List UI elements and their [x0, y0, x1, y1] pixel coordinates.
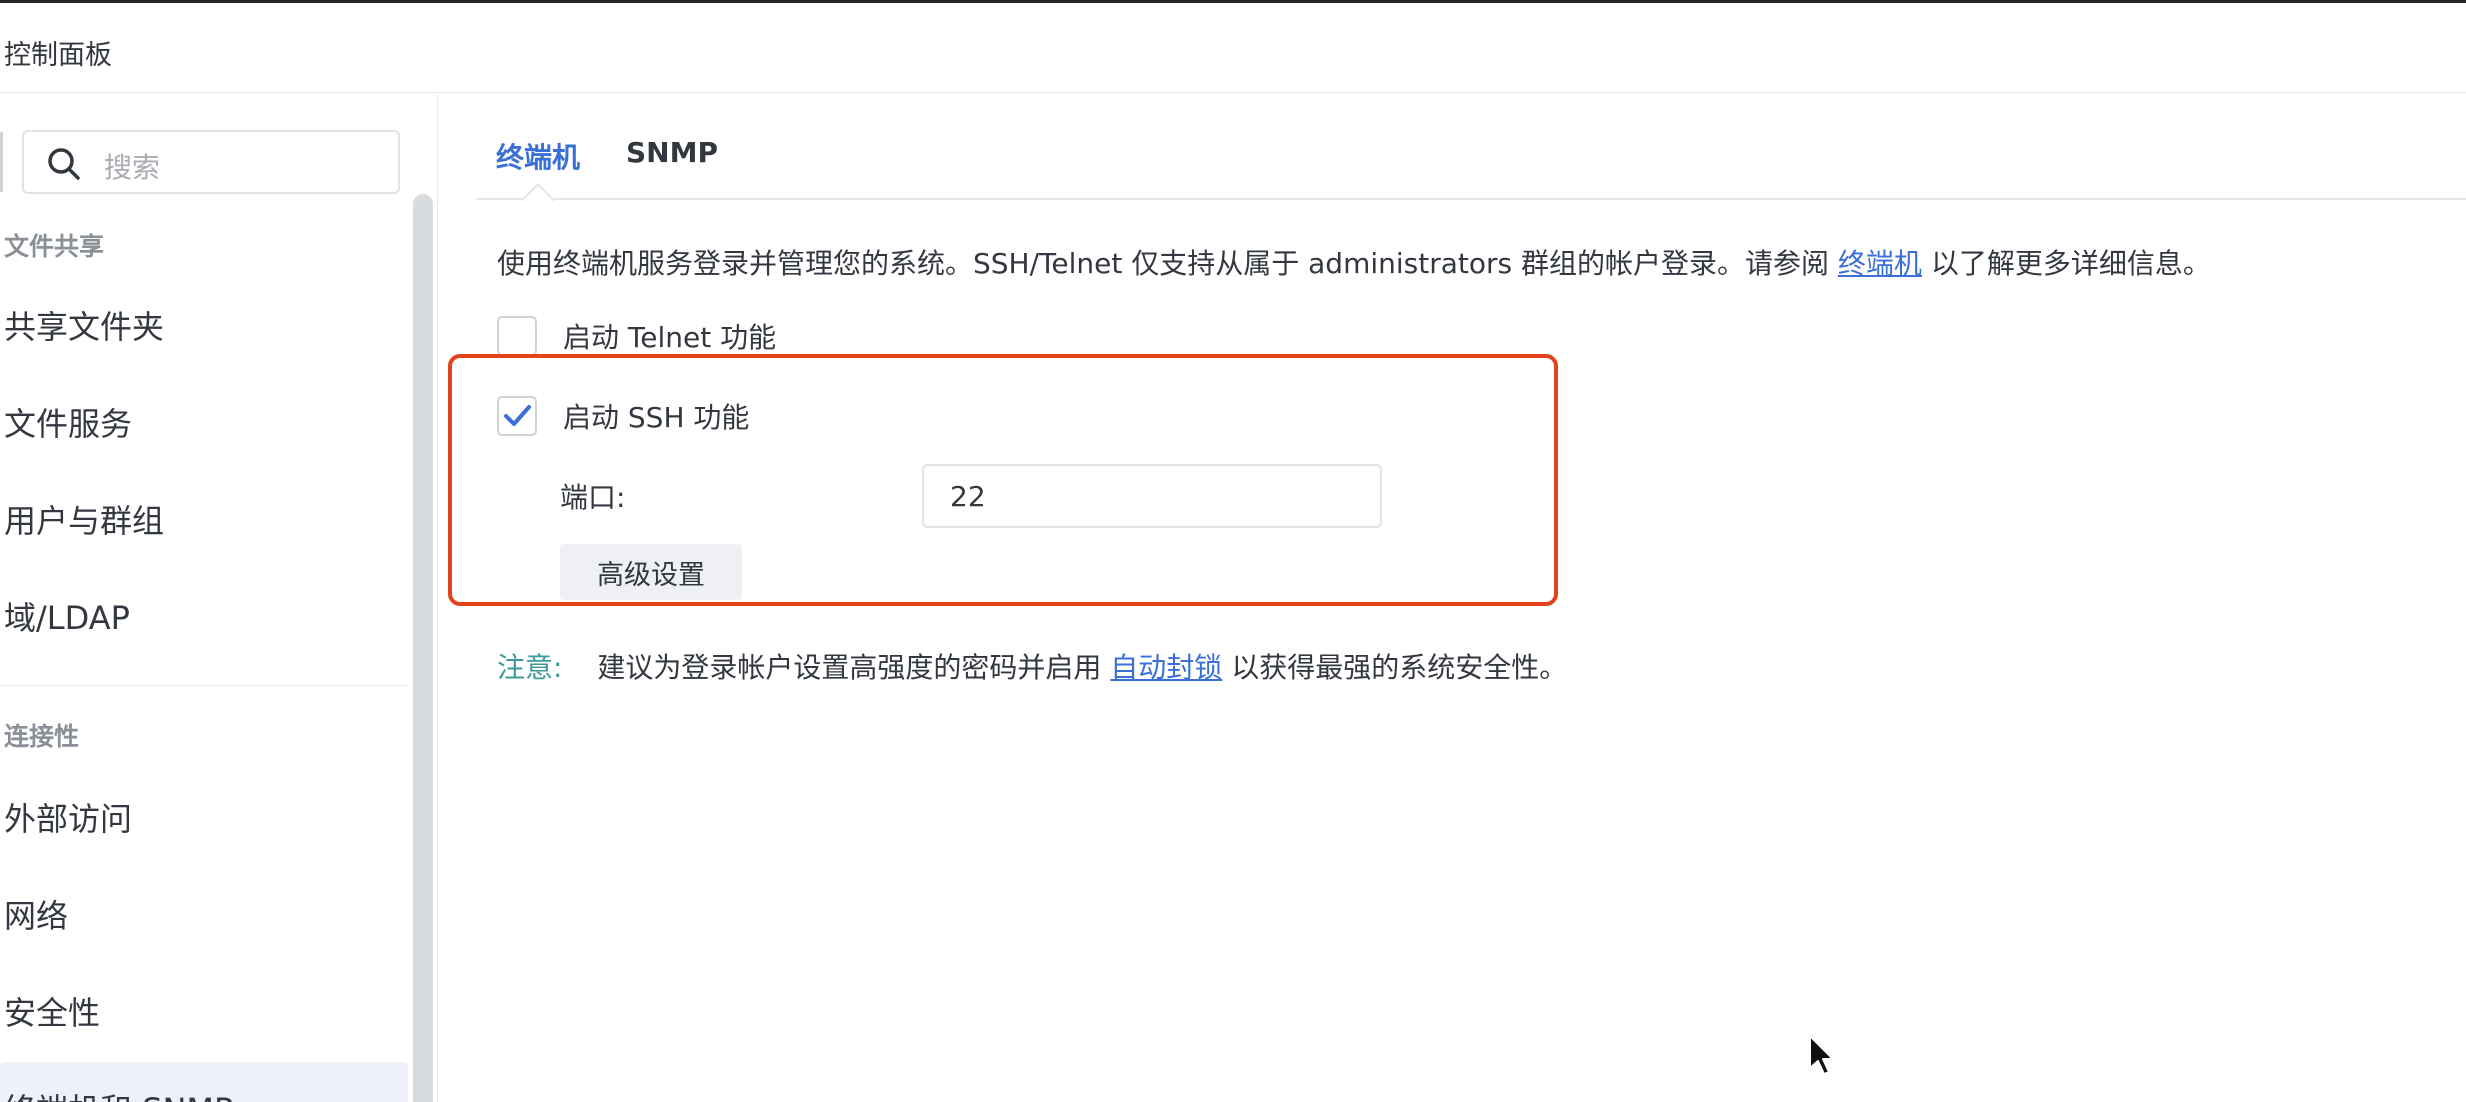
sidebar-item-network[interactable]: 网络 — [4, 886, 404, 946]
search-icon — [48, 148, 80, 180]
tab-snmp[interactable]: SNMP — [626, 136, 718, 169]
note-text-suffix: 以获得最强的系统安全性。 — [1231, 651, 1568, 684]
note-text: 建议为登录帐户设置高强度的密码并启用 — [597, 651, 1102, 684]
tab-terminal[interactable]: 终端机 — [496, 136, 580, 176]
port-input[interactable] — [922, 464, 1382, 528]
description-suffix: 以了解更多详细信息。 — [1930, 247, 2211, 280]
sidebar: 搜索 文件共享 共享文件夹 文件服务 用户与群组 域/LDAP 连接性 外部访问… — [0, 94, 438, 1102]
active-tab-caret — [521, 183, 555, 217]
terminal-help-link[interactable]: 终端机 — [1838, 247, 1922, 280]
advanced-settings-button[interactable]: 高级设置 — [560, 544, 742, 600]
port-label: 端口: — [560, 481, 626, 514]
mouse-pointer-icon — [1809, 1035, 1834, 1075]
sidebar-item-file-services[interactable]: 文件服务 — [4, 394, 404, 454]
sidebar-item-terminal-snmp[interactable]: 终端机和 SNMP — [4, 1080, 404, 1102]
terminal-description: 使用终端机服务登录并管理您的系统。SSH/Telnet 仅支持从属于 admin… — [497, 242, 2211, 282]
search-input[interactable]: 搜索 — [22, 130, 400, 194]
section-title-connectivity: 连接性 — [4, 722, 80, 751]
sidebar-divider — [0, 685, 408, 686]
ssh-row: 启动 SSH 功能 — [497, 396, 749, 436]
ssh-label: 启动 SSH 功能 — [563, 401, 750, 434]
window-title: 控制面板 — [4, 40, 112, 71]
sidebar-item-external-access[interactable]: 外部访问 — [4, 789, 404, 849]
auto-block-link[interactable]: 自动封锁 — [1110, 651, 1222, 684]
sidebar-edge-marker — [0, 132, 3, 192]
main-panel: 终端机 SNMP 使用终端机服务登录并管理您的系统。SSH/Telnet 仅支持… — [438, 94, 2466, 1102]
search-placeholder: 搜索 — [104, 151, 161, 184]
security-note: 注意: 建议为登录帐户设置高强度的密码并启用 自动封锁 以获得最强的系统安全性。 — [497, 646, 1567, 686]
checkmark-icon — [504, 405, 531, 426]
description-text: 使用终端机服务登录并管理您的系统。SSH/Telnet 仅支持从属于 admin… — [497, 247, 1830, 280]
ssh-checkbox[interactable] — [497, 396, 537, 436]
telnet-row: 启动 Telnet 功能 — [497, 316, 776, 356]
sidebar-item-users-groups[interactable]: 用户与群组 — [4, 491, 404, 551]
telnet-checkbox[interactable] — [497, 316, 537, 356]
window-titlebar: 控制面板 — [0, 3, 2466, 93]
telnet-label: 启动 Telnet 功能 — [563, 321, 777, 354]
note-label: 注意: — [497, 651, 563, 684]
sidebar-item-domain-ldap[interactable]: 域/LDAP — [4, 588, 404, 648]
sidebar-item-security[interactable]: 安全性 — [4, 983, 404, 1043]
section-title-file-sharing: 文件共享 — [4, 232, 105, 261]
tab-bar: 终端机 SNMP — [476, 94, 2466, 217]
sidebar-item-shared-folder[interactable]: 共享文件夹 — [4, 297, 404, 357]
sidebar-scrollbar[interactable] — [413, 194, 433, 1102]
